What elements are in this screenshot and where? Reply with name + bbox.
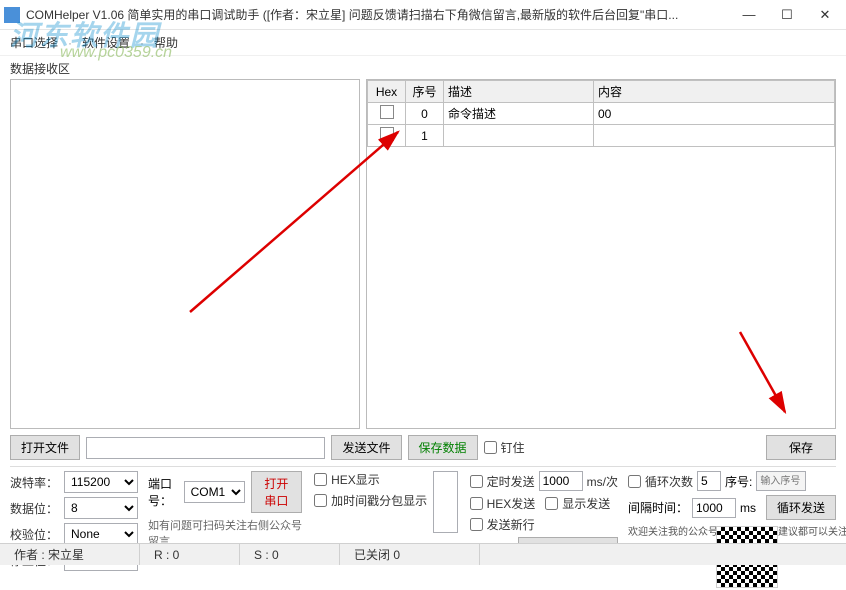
send-file-button[interactable]: 发送文件	[331, 435, 401, 460]
baud-select[interactable]: 115200	[64, 471, 138, 493]
menu-port-select[interactable]: 串口选择	[10, 34, 58, 51]
titlebar: COMHelper V1.06 简单实用的串口调试助手 ([作者：宋立星] 问题…	[0, 0, 846, 30]
cell-desc[interactable]	[444, 125, 594, 147]
recv-area-label: 数据接收区	[10, 60, 836, 77]
status-rx: R : 0	[140, 544, 240, 565]
hex-checkbox[interactable]	[380, 127, 394, 141]
loop-send-button[interactable]: 循环发送	[766, 495, 836, 520]
loop-count-input[interactable]	[697, 471, 721, 491]
receive-textarea[interactable]	[10, 79, 360, 429]
table-row[interactable]: 0命令描述00	[368, 103, 835, 125]
app-icon	[4, 7, 20, 23]
port-label: 端口号：	[148, 475, 178, 509]
timed-send-interval[interactable]	[539, 471, 583, 491]
statusbar: 作者 : 宋立星 R : 0 S : 0 已关闭 0	[0, 543, 846, 565]
table-row[interactable]: 1	[368, 125, 835, 147]
cell-seq: 0	[406, 103, 444, 125]
cell-seq: 1	[406, 125, 444, 147]
command-table: Hex 序号 描述 内容 0命令描述001	[366, 79, 836, 429]
open-file-button[interactable]: 打开文件	[10, 435, 80, 460]
menu-help[interactable]: 帮助	[154, 34, 178, 51]
timestamp-checkbox[interactable]	[314, 494, 327, 507]
hex-show-checkbox[interactable]	[314, 473, 327, 486]
qr-description: 欢迎关注我的公众号，问题反馈、建议都可以关注留言。还会不定时更新一些实用技巧	[628, 526, 712, 539]
hex-checkbox[interactable]	[380, 105, 394, 119]
menu-settings[interactable]: 软件设置	[82, 34, 130, 51]
minimize-button[interactable]: —	[742, 8, 756, 22]
close-button[interactable]: ✕	[818, 8, 832, 22]
file-path-input[interactable]	[86, 437, 325, 459]
col-seq: 序号	[406, 81, 444, 103]
hex-send-checkbox[interactable]	[470, 497, 483, 510]
loop-seq-input[interactable]	[756, 471, 806, 491]
col-desc: 描述	[444, 81, 594, 103]
status-tx: S : 0	[240, 544, 340, 565]
baud-label: 波特率：	[10, 474, 58, 491]
status-closed: 已关闭 0	[340, 544, 480, 565]
loop-interval-input[interactable]	[692, 498, 736, 518]
pin-label: 钉住	[501, 439, 525, 456]
col-content: 内容	[594, 81, 835, 103]
cell-content[interactable]: 00	[594, 103, 835, 125]
open-port-button[interactable]: 打开串口	[251, 471, 303, 513]
pin-checkbox[interactable]	[484, 441, 497, 454]
status-author: 作者 : 宋立星	[0, 544, 140, 565]
timed-send-checkbox[interactable]	[470, 475, 483, 488]
cell-desc[interactable]: 命令描述	[444, 103, 594, 125]
port-select[interactable]: COM1	[184, 481, 245, 503]
cell-content[interactable]	[594, 125, 835, 147]
send-newline-checkbox[interactable]	[470, 518, 483, 531]
show-send-checkbox[interactable]	[545, 497, 558, 510]
parity-select[interactable]: None	[64, 523, 138, 545]
send-textarea[interactable]	[433, 471, 457, 533]
maximize-button[interactable]: ☐	[780, 8, 794, 22]
window-title: COMHelper V1.06 简单实用的串口调试助手 ([作者：宋立星] 问题…	[26, 6, 742, 23]
save-button[interactable]: 保存	[766, 435, 836, 460]
parity-label: 校验位：	[10, 526, 58, 543]
databits-label: 数据位：	[10, 500, 58, 517]
save-data-button[interactable]: 保存数据	[408, 435, 478, 460]
databits-select[interactable]: 8	[64, 497, 138, 519]
menubar: 串口选择 · 软件设置 · 帮助	[0, 30, 846, 56]
loop-count-checkbox[interactable]	[628, 475, 641, 488]
col-hex: Hex	[368, 81, 406, 103]
